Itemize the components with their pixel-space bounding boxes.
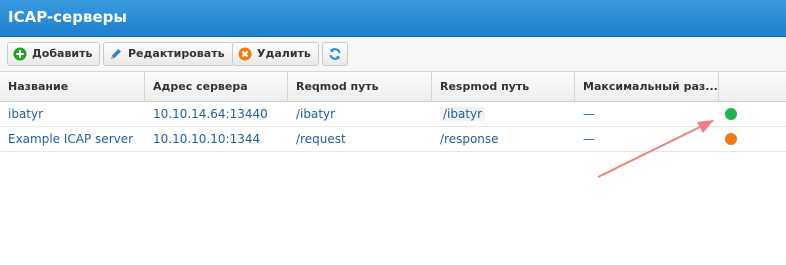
column-header-address[interactable]: Адрес сервера xyxy=(145,72,288,101)
cell-name: ibatyr xyxy=(8,107,44,121)
status-indicator xyxy=(725,108,737,120)
cell-address: 10.10.14.64:13440 xyxy=(153,107,268,121)
column-header-respmod[interactable]: Respmod путь xyxy=(432,72,575,101)
table-row[interactable]: Example ICAP server 10.10.10.10:1344 /re… xyxy=(0,127,786,152)
delete-button[interactable]: Удалить xyxy=(232,42,319,66)
cell-respmod: /ibatyr xyxy=(432,102,575,126)
refresh-icon xyxy=(329,48,341,60)
delete-button-label: Удалить xyxy=(257,47,311,60)
window-title: ICAP-серверы xyxy=(8,8,127,26)
add-button[interactable]: Добавить xyxy=(7,42,101,66)
edit-button-label: Редактировать xyxy=(128,47,225,60)
column-header-reqmod[interactable]: Reqmod путь xyxy=(288,72,432,101)
pencil-icon xyxy=(111,49,121,59)
cell-reqmod: /request xyxy=(296,132,346,146)
cell-respmod: /response xyxy=(440,132,499,146)
toolbar: Добавить Редактировать Удалить xyxy=(0,37,786,72)
status-indicator xyxy=(725,133,737,145)
cell-max-size: — xyxy=(583,132,595,146)
cell-respmod-value: /ibatyr xyxy=(440,107,486,121)
column-header-max-size[interactable]: Максимальный раз... xyxy=(575,72,719,101)
plus-circle-icon xyxy=(13,47,27,61)
column-header-name[interactable]: Название xyxy=(0,72,145,101)
edit-button[interactable]: Редактировать xyxy=(103,42,233,66)
cell-reqmod: /ibatyr xyxy=(296,107,336,121)
close-circle-icon xyxy=(238,47,252,61)
add-button-label: Добавить xyxy=(32,47,93,60)
table-row[interactable]: ibatyr 10.10.14.64:13440 /ibatyr /ibatyr… xyxy=(0,102,786,127)
cell-max-size: — xyxy=(583,107,595,121)
column-header-status xyxy=(719,72,786,101)
cell-address: 10.10.10.10:1344 xyxy=(153,132,261,146)
cell-name: Example ICAP server xyxy=(8,132,134,146)
window-titlebar: ICAP-серверы xyxy=(0,0,786,37)
table-header: Название Адрес сервера Reqmod путь Respm… xyxy=(0,72,786,102)
refresh-button[interactable] xyxy=(322,42,348,66)
